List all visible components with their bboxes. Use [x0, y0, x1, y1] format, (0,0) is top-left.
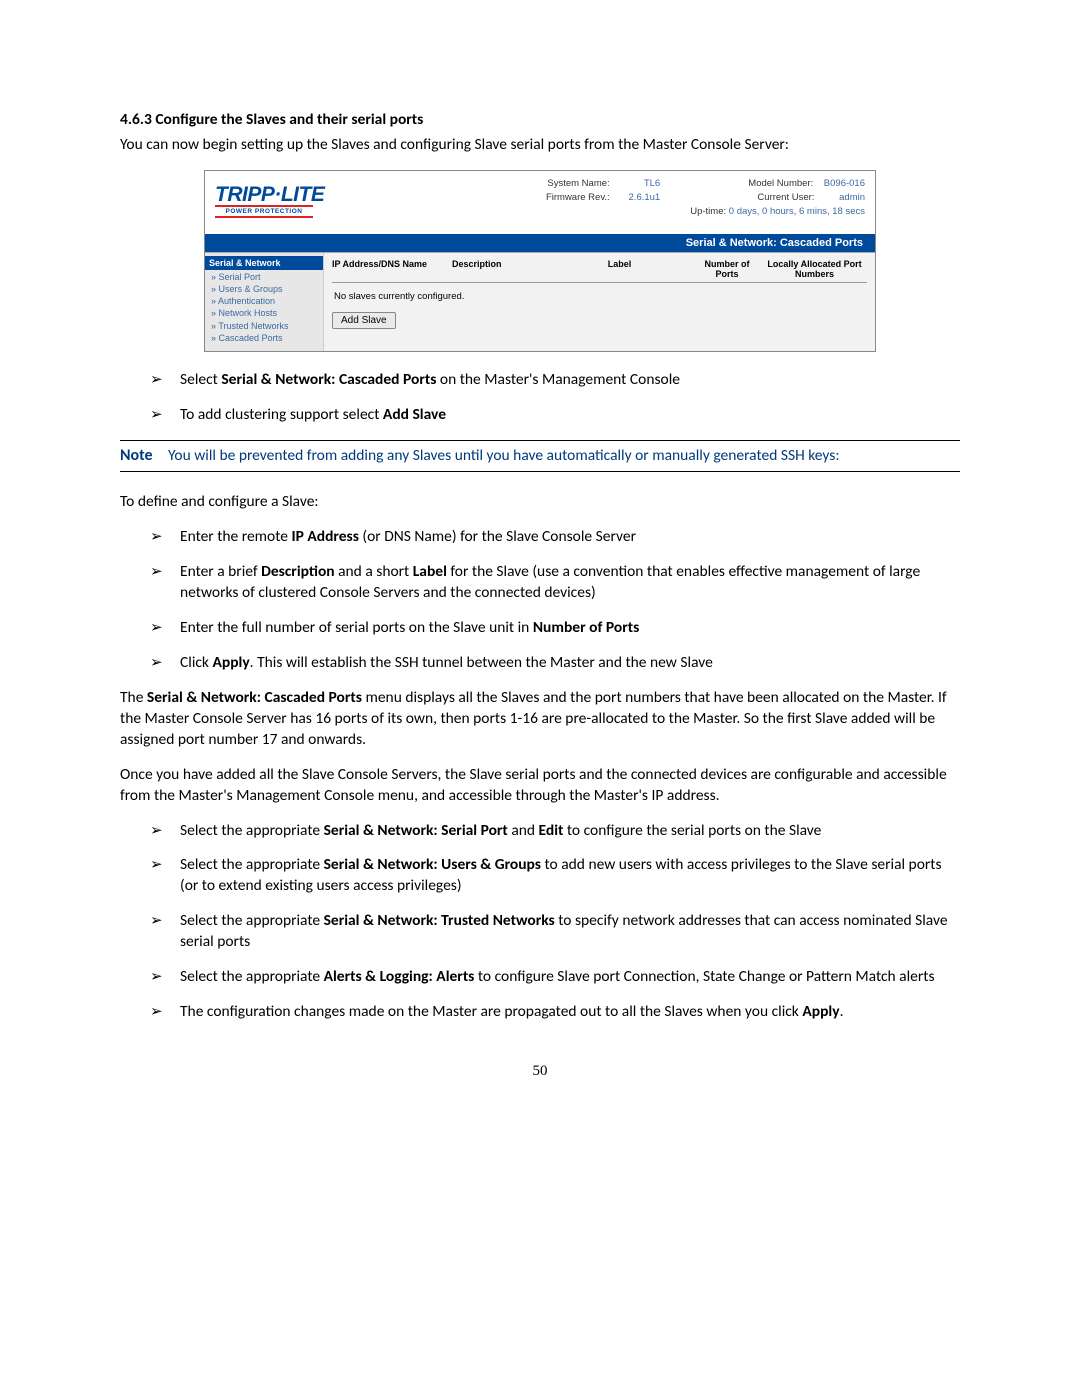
uptime-label: Up-time: [690, 205, 726, 219]
col-label: Label [547, 259, 692, 279]
bullet-list-1: Select Serial & Network: Cascaded Ports … [120, 370, 960, 426]
paragraph: Once you have added all the Slave Consol… [120, 765, 960, 807]
main-panel: IP Address/DNS Name Description Label Nu… [323, 253, 875, 352]
list-item: Click Apply. This will establish the SSH… [150, 653, 960, 674]
list-item: Enter the full number of serial ports on… [150, 618, 960, 639]
model-value: B096-016 [824, 177, 865, 191]
add-slave-button[interactable]: Add Slave [332, 312, 396, 329]
sysname-value: TL6 [620, 177, 660, 191]
section-heading: 4.6.3 Configure the Slaves and their ser… [120, 110, 960, 129]
firmware-value: 2.6.1u1 [620, 191, 660, 205]
user-label: Current User: [757, 191, 814, 205]
model-label: Model Number: [748, 177, 813, 191]
bullet-list-3: Select the appropriate Serial & Network:… [120, 821, 960, 1023]
list-item: Select the appropriate Serial & Network:… [150, 821, 960, 842]
tripplite-logo: TRIPP·LITE POWER PROTECTION [215, 177, 395, 218]
bullet-list-2: Enter the remote IP Address (or DNS Name… [120, 527, 960, 674]
sidebar-item-serial-port[interactable]: Serial Port [209, 272, 319, 284]
console-screenshot: TRIPP·LITE POWER PROTECTION System Name:… [204, 170, 876, 352]
sidebar-item-authentication[interactable]: Authentication [209, 296, 319, 308]
logo-text: TRIPP·LITE [215, 183, 395, 207]
divider [120, 440, 960, 441]
list-item: Select Serial & Network: Cascaded Ports … [150, 370, 960, 391]
list-item: The configuration changes made on the Ma… [150, 1002, 960, 1023]
sidebar-item-network-hosts[interactable]: Network Hosts [209, 308, 319, 320]
col-allocated: Locally Allocated Port Numbers [762, 259, 867, 279]
table-header: IP Address/DNS Name Description Label Nu… [332, 259, 867, 283]
list-item: Enter a brief Description and a short La… [150, 562, 960, 604]
sysname-label: System Name: [547, 177, 609, 191]
list-item: Select the appropriate Alerts & Logging:… [150, 967, 960, 988]
list-item: Select the appropriate Serial & Network:… [150, 911, 960, 953]
note-text: You will be prevented from adding any Sl… [168, 445, 960, 467]
col-description: Description [452, 259, 547, 279]
side-nav-heading: Serial & Network [205, 256, 323, 270]
note-label: Note [120, 445, 168, 467]
intro-paragraph: You can now begin setting up the Slaves … [120, 135, 960, 156]
paragraph: The Serial & Network: Cascaded Ports men… [120, 688, 960, 751]
system-info: System Name: TL6 Firmware Rev.: 2.6.1u1 … [395, 177, 865, 220]
page-number: 50 [120, 1063, 960, 1080]
side-nav: Serial & Network Serial Port Users & Gro… [205, 253, 323, 352]
uptime-value: 0 days, 0 hours, 6 mins, 18 secs [729, 205, 865, 219]
page-title-bar: Serial & Network: Cascaded Ports [205, 234, 875, 252]
list-item: To add clustering support select Add Sla… [150, 405, 960, 426]
col-number-ports: Number of Ports [692, 259, 762, 279]
user-value: admin [825, 191, 865, 205]
divider [120, 471, 960, 472]
list-item: Select the appropriate Serial & Network:… [150, 855, 960, 897]
sidebar-item-cascaded-ports[interactable]: Cascaded Ports [209, 333, 319, 345]
define-intro: To define and configure a Slave: [120, 492, 960, 513]
sidebar-item-trusted-networks[interactable]: Trusted Networks [209, 321, 319, 333]
note-block: Note You will be prevented from adding a… [120, 445, 960, 467]
empty-message: No slaves currently configured. [332, 283, 867, 310]
list-item: Enter the remote IP Address (or DNS Name… [150, 527, 960, 548]
firmware-label: Firmware Rev.: [546, 191, 610, 205]
sidebar-item-users-groups[interactable]: Users & Groups [209, 284, 319, 296]
col-ip: IP Address/DNS Name [332, 259, 452, 279]
